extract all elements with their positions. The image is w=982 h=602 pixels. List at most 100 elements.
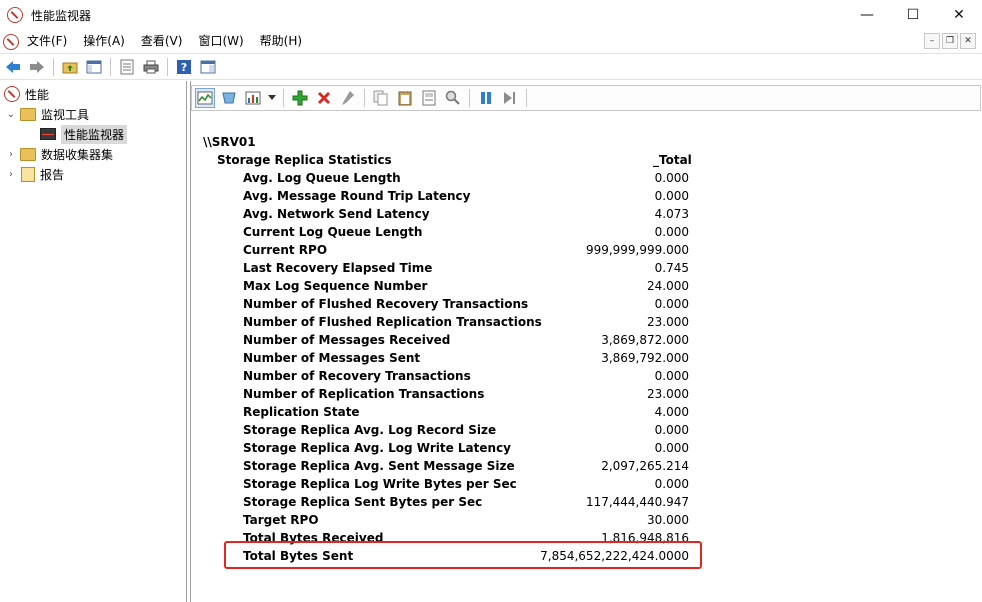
- show-hide-tree-icon[interactable]: [84, 57, 104, 77]
- view-graph-icon[interactable]: [195, 88, 215, 108]
- menu-help[interactable]: 帮助(H): [252, 30, 310, 53]
- counter-row[interactable]: Last Recovery Elapsed Time 0.745: [243, 261, 689, 279]
- counter-name: Avg. Network Send Latency: [243, 207, 430, 221]
- tree-item-monitoring-tools[interactable]: ⌄ 监视工具: [6, 104, 89, 124]
- counter-row[interactable]: Avg. Network Send Latency 4.073: [243, 207, 689, 225]
- counter-value: 30.000: [647, 513, 689, 527]
- up-folder-icon[interactable]: [60, 57, 80, 77]
- copy-properties-icon[interactable]: [371, 88, 391, 108]
- tree-item-label: 数据收集器集: [41, 147, 114, 162]
- counter-name: Number of Messages Sent: [243, 351, 421, 365]
- counter-row[interactable]: Target RPO 30.000: [243, 513, 689, 531]
- menu-window[interactable]: 窗口(W): [190, 30, 251, 53]
- counter-row[interactable]: Number of Flushed Replication Transactio…: [243, 315, 689, 333]
- add-counter-icon[interactable]: [290, 88, 310, 108]
- counter-row[interactable]: Number of Messages Received 3,869,872.000: [243, 333, 689, 351]
- zoom-icon[interactable]: [443, 88, 463, 108]
- main-toolbar: ?: [0, 53, 982, 80]
- forward-icon[interactable]: [27, 57, 47, 77]
- counter-name: Last Recovery Elapsed Time: [243, 261, 433, 275]
- properties-icon[interactable]: [117, 57, 137, 77]
- console-tree-icon[interactable]: [198, 57, 218, 77]
- counter-row[interactable]: Storage Replica Log Write Bytes per Sec 0…: [243, 477, 689, 495]
- counter-name: Current RPO: [243, 243, 328, 257]
- tree-item-reports[interactable]: › 报告: [6, 164, 64, 184]
- system-menu-icon[interactable]: [3, 33, 19, 50]
- close-button[interactable]: ✕: [936, 0, 982, 30]
- counter-name: Target RPO: [243, 513, 319, 527]
- reports-icon: [21, 166, 35, 182]
- mdi-restore-button[interactable]: ❐: [942, 33, 958, 49]
- minimize-button[interactable]: —: [844, 0, 890, 30]
- counter-name: Storage Replica Avg. Log Write Latency: [243, 441, 512, 455]
- mdi-close-button[interactable]: ✕: [960, 33, 976, 49]
- paste-counter-list-icon[interactable]: [395, 88, 415, 108]
- counter-value: 3,869,792.000: [601, 351, 689, 365]
- chevron-down-icon[interactable]: ⌄: [6, 109, 16, 120]
- counter-value: 117,444,440.947: [585, 495, 689, 509]
- mdi-minimize-button[interactable]: –: [924, 33, 940, 49]
- delete-counter-icon[interactable]: [314, 88, 334, 108]
- maximize-button[interactable]: ☐: [890, 0, 936, 30]
- counter-value: 4.000: [654, 405, 689, 419]
- change-graph-type-icon[interactable]: [243, 88, 263, 108]
- toolbar-separator: [167, 57, 168, 76]
- toolbar-separator: [526, 89, 527, 107]
- menu-action[interactable]: 操作(A): [75, 30, 133, 53]
- menu-view[interactable]: 查看(V): [133, 30, 191, 53]
- window-title: 性能监视器: [31, 8, 92, 23]
- tree-item-label: 性能监视器: [61, 124, 128, 144]
- back-icon[interactable]: [3, 57, 23, 77]
- counter-row[interactable]: Current RPO 999,999,999.000: [243, 243, 689, 261]
- counter-row[interactable]: Number of Recovery Transactions 0.000: [243, 369, 689, 387]
- properties-icon[interactable]: [419, 88, 439, 108]
- dropdown-icon[interactable]: [267, 88, 277, 108]
- server-name: \\SRV01: [203, 135, 256, 149]
- counter-row[interactable]: Avg. Message Round Trip Latency 0.000: [243, 189, 689, 207]
- freeze-display-icon[interactable]: [476, 88, 496, 108]
- counter-row[interactable]: Avg. Log Queue Length 0.000: [243, 171, 689, 189]
- counter-row[interactable]: Replication State 4.000: [243, 405, 689, 423]
- highlight-box: [224, 541, 702, 569]
- tree-item-performance[interactable]: 性能: [4, 84, 49, 104]
- perfmon-toolbar: [191, 85, 981, 111]
- highlight-icon[interactable]: [338, 88, 358, 108]
- counter-value: 0.000: [654, 369, 689, 383]
- counter-value: 0.000: [654, 423, 689, 437]
- menu-file[interactable]: 文件(F): [19, 30, 75, 53]
- counter-row[interactable]: Storage Replica Sent Bytes per Sec 117,44…: [243, 495, 689, 513]
- mdi-controls: – ❐ ✕: [924, 33, 976, 49]
- svg-text:?: ?: [181, 61, 187, 74]
- chevron-right-icon[interactable]: ›: [6, 149, 16, 160]
- counter-row[interactable]: Current Log Queue Length 0.000: [243, 225, 689, 243]
- print-icon[interactable]: [141, 57, 161, 77]
- report-view: \\SRV01 Storage Replica Statistics _Tota…: [191, 115, 981, 602]
- performance-monitor-icon: [40, 128, 56, 140]
- perfmon-app-icon: [7, 7, 23, 23]
- counter-row[interactable]: Storage Replica Avg. Log Record Size 0.00…: [243, 423, 689, 441]
- tree-item-performance-monitor[interactable]: 性能监视器: [40, 124, 128, 144]
- view-current-activity-icon[interactable]: [219, 88, 239, 108]
- performance-icon: [4, 86, 20, 102]
- counter-row[interactable]: Storage Replica Avg. Sent Message Size 2,…: [243, 459, 689, 477]
- toolbar-separator: [53, 57, 54, 76]
- toolbar-separator: [110, 57, 111, 76]
- help-icon[interactable]: ?: [174, 57, 194, 77]
- counter-name: Replication State: [243, 405, 360, 419]
- counter-row[interactable]: Storage Replica Avg. Log Write Latency 0.…: [243, 441, 689, 459]
- counter-value: 23.000: [647, 315, 689, 329]
- counter-value: 4.073: [654, 207, 689, 221]
- instance-header: _Total: [653, 153, 692, 167]
- update-data-icon[interactable]: [500, 88, 520, 108]
- console-tree: 性能 ⌄ 监视工具 性能监视器 › 数据收集器集 › 报告: [0, 81, 187, 602]
- counter-name: Current Log Queue Length: [243, 225, 423, 239]
- counter-row[interactable]: Number of Messages Sent 3,869,792.000: [243, 351, 689, 369]
- counter-value: 0.000: [654, 441, 689, 455]
- toolbar-separator: [469, 89, 470, 107]
- counter-row[interactable]: Max Log Sequence Number 24.000: [243, 279, 689, 297]
- chevron-right-icon[interactable]: ›: [6, 169, 16, 180]
- tree-item-data-collector-sets[interactable]: › 数据收集器集: [6, 144, 113, 164]
- counter-row[interactable]: Number of Flushed Recovery Transactions 0…: [243, 297, 689, 315]
- counter-row[interactable]: Number of Replication Transactions 23.000: [243, 387, 689, 405]
- counter-object-title: Storage Replica Statistics: [217, 153, 392, 167]
